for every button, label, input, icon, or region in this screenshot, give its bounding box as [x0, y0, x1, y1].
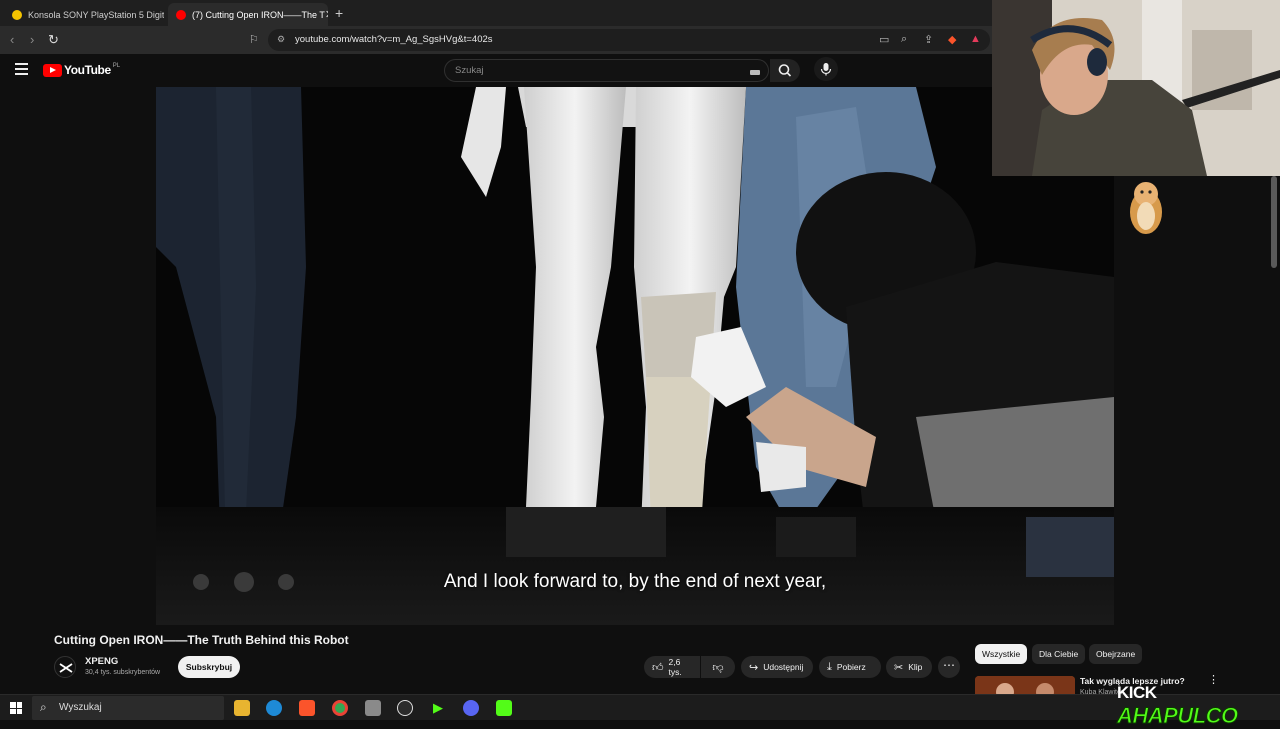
- download-button[interactable]: ⤓ Pobierz: [819, 656, 881, 678]
- browser-toolbar: ‹ › ↻ ⚐ ⚙ youtube.com/watch?v=m_Ag_SgsHV…: [0, 26, 992, 54]
- edge-icon[interactable]: [266, 700, 282, 716]
- video-frame: [156, 87, 1114, 625]
- reload-icon[interactable]: ↻: [48, 32, 59, 48]
- windows-start-icon[interactable]: [10, 702, 22, 714]
- thumbs-down-icon: 👎︎: [712, 661, 724, 674]
- webcam-feed: [992, 0, 1280, 176]
- video-player[interactable]: And I look forward to, by the end of nex…: [156, 87, 1114, 625]
- brave-shield-icon[interactable]: ◆: [948, 33, 956, 46]
- brave-rewards-icon[interactable]: ▲: [970, 33, 981, 45]
- recommendation-thumbnail[interactable]: [975, 676, 1075, 696]
- streaming-app-icon[interactable]: ▶: [430, 700, 446, 716]
- app-icon[interactable]: [365, 700, 381, 716]
- cast-icon[interactable]: ▭: [879, 33, 889, 46]
- streamer-webcam: [992, 0, 1280, 176]
- search-button[interactable]: [770, 59, 800, 82]
- voice-search-button[interactable]: [814, 57, 838, 81]
- more-actions-icon[interactable]: ⋯: [938, 656, 960, 678]
- chrome-icon[interactable]: [332, 700, 348, 716]
- page-scrollbar[interactable]: [1271, 176, 1277, 268]
- scissors-icon: ✂: [894, 661, 904, 674]
- search-input[interactable]: Szukaj: [444, 59, 769, 82]
- obs-icon[interactable]: [397, 700, 413, 716]
- bookmark-icon[interactable]: ⚐: [249, 33, 259, 46]
- zoom-icon[interactable]: ⌕: [901, 33, 907, 46]
- kick-stream-overlay: KICK AHAPULCO: [1117, 683, 1239, 729]
- tab-playstation[interactable]: Konsola SONY PlayStation 5 Digital S: [4, 3, 164, 26]
- share-icon[interactable]: ⇪: [924, 33, 933, 46]
- new-tab-icon[interactable]: +: [335, 5, 343, 21]
- back-icon[interactable]: ‹: [10, 32, 14, 47]
- microphone-icon: [820, 63, 832, 76]
- browser-tab-strip: Konsola SONY PlayStation 5 Digital S (7)…: [0, 0, 992, 26]
- youtube-masthead: YouTube PL Szukaj: [0, 54, 992, 87]
- subscriber-count: 30,4 tys. subskrybentów: [85, 669, 161, 676]
- file-explorer-icon[interactable]: [234, 700, 250, 716]
- thumbnail-image: [975, 676, 1075, 696]
- thumbs-up-icon: 👍︎: [652, 661, 664, 674]
- chip-watched[interactable]: Obejrzane: [1089, 644, 1143, 664]
- youtube-logo[interactable]: YouTube PL: [43, 63, 120, 77]
- search-icon: ⌕: [40, 700, 47, 714]
- forward-icon[interactable]: ›: [30, 32, 34, 47]
- brave-icon[interactable]: [299, 700, 315, 716]
- dislike-button[interactable]: 👎︎: [701, 656, 735, 678]
- youtube-play-icon: [43, 63, 62, 77]
- channel-avatar[interactable]: [54, 656, 76, 678]
- youtube-icon: [176, 9, 186, 20]
- site-settings-icon[interactable]: ⚙: [277, 34, 285, 45]
- search-icon: [778, 64, 792, 77]
- chip-all[interactable]: Wszystkie: [975, 644, 1028, 664]
- windows-taskbar: ⌕ Wyszukaj ▶: [0, 694, 1280, 720]
- like-button[interactable]: 👍︎ 2,6 tys.: [644, 656, 700, 678]
- xpeng-logo-icon: [59, 663, 73, 673]
- video-caption: And I look forward to, by the end of nex…: [443, 571, 827, 592]
- tab-youtube-video[interactable]: (7) Cutting Open IRON——The T ✕: [168, 3, 328, 26]
- kick-app-icon[interactable]: [496, 700, 512, 716]
- video-title: Cutting Open IRON——The Truth Behind this…: [54, 633, 349, 647]
- close-tab-icon[interactable]: ✕: [325, 8, 328, 21]
- subscribe-button[interactable]: Subskrybuj: [178, 656, 240, 678]
- url-text[interactable]: youtube.com/watch?v=m_Ag_SgsHVg&t=402s: [295, 34, 493, 45]
- share-arrow-icon: ↪: [749, 661, 759, 674]
- menu-icon[interactable]: [15, 63, 28, 78]
- channel-name[interactable]: XPENG: [85, 656, 118, 667]
- doge-sticker: [1130, 182, 1162, 234]
- download-icon: ⤓: [827, 660, 832, 673]
- keyboard-icon[interactable]: [750, 70, 760, 75]
- shop-icon: [12, 9, 22, 20]
- share-button[interactable]: ↪ Udostępnij: [741, 656, 813, 678]
- clip-button[interactable]: ✂ Klip: [886, 656, 932, 678]
- chip-for-you[interactable]: Dla Ciebie: [1032, 644, 1086, 664]
- discord-icon[interactable]: [463, 700, 479, 716]
- taskbar-search[interactable]: ⌕ Wyszukaj: [32, 696, 224, 720]
